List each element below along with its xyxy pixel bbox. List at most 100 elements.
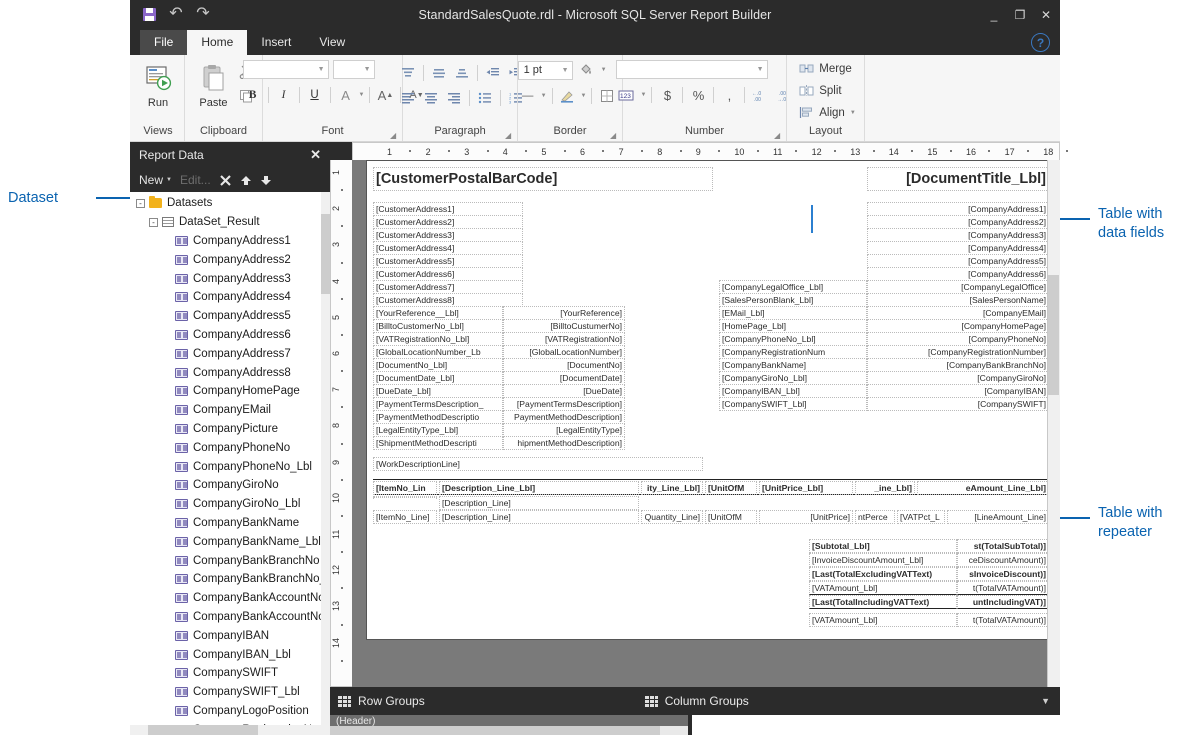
border-dialog-launcher[interactable]: ◢ bbox=[610, 131, 618, 139]
tree-item[interactable]: CompanySWIFT bbox=[130, 664, 330, 683]
table-header-cell[interactable]: ity_Line_Lbl] bbox=[641, 481, 703, 495]
tree-item[interactable]: CompanyBankBranchNo bbox=[130, 551, 330, 570]
table-data-cell[interactable]: [UnitPrice] bbox=[759, 510, 853, 524]
tree-vertical-scrollbar[interactable] bbox=[321, 192, 330, 725]
totals-label-cell[interactable]: [VATAmount_Lbl] bbox=[809, 613, 957, 627]
tree-item[interactable]: CompanyAddress8 bbox=[130, 363, 330, 382]
increase-decimal-button[interactable]: ←.0 .00 bbox=[750, 85, 772, 105]
underline-button[interactable]: U bbox=[305, 85, 325, 105]
font-size-combo[interactable]: ▼ bbox=[333, 60, 375, 79]
report-page[interactable]: [CustomerPostalBarCode] [DocumentTitle_Lb… bbox=[366, 160, 1056, 640]
report-field-cell[interactable]: hipmentMethodDescription] bbox=[503, 436, 625, 450]
tree-hscroll-thumb[interactable] bbox=[148, 725, 258, 735]
canvas-vertical-scrollbar[interactable] bbox=[1047, 160, 1060, 687]
design-canvas[interactable]: [CustomerPostalBarCode] [DocumentTitle_Lb… bbox=[352, 160, 1060, 687]
tree-item[interactable]: CompanyAddress2 bbox=[130, 250, 330, 269]
tree-item[interactable]: CompanyIBAN_Lbl bbox=[130, 645, 330, 664]
tab-file[interactable]: File bbox=[140, 30, 187, 55]
chevron-down-icon[interactable]: ▼ bbox=[359, 92, 365, 98]
report-field-cell[interactable]: [CompanySWIFT_Lbl] bbox=[719, 397, 867, 411]
table-data-cell[interactable]: [ItemNo_Line] bbox=[373, 510, 437, 524]
totals-value-cell[interactable]: st(TotalSubTotal)] bbox=[957, 539, 1049, 553]
row-groups-pane[interactable]: (Header) bbox=[330, 715, 688, 735]
bullet-list-button[interactable] bbox=[475, 88, 495, 108]
column-groups-header[interactable]: Column Groups bbox=[645, 694, 749, 708]
table-header-cell[interactable]: _ine_Lbl] bbox=[855, 481, 915, 495]
tree-item[interactable]: CompanyBankAccountNo bbox=[130, 589, 330, 608]
tree-item[interactable]: CompanyAddress3 bbox=[130, 269, 330, 288]
report-field-cell[interactable]: [ShipmentMethodDescripti bbox=[373, 436, 503, 450]
canvas-scroll-thumb[interactable] bbox=[1048, 275, 1059, 395]
border-width-combo[interactable]: 1 pt ▼ bbox=[518, 61, 573, 80]
chevron-down-icon[interactable]: ▼ bbox=[541, 93, 547, 99]
row-groups-scroll-thumb[interactable] bbox=[330, 726, 660, 735]
tree-item[interactable]: CompanyEMail bbox=[130, 401, 330, 420]
table-data-cell[interactable]: [Description_Line] bbox=[439, 496, 639, 510]
totals-value-cell[interactable]: t(TotalVATAmount)] bbox=[957, 613, 1049, 627]
split-button[interactable]: Split bbox=[799, 80, 841, 101]
table-data-cell[interactable] bbox=[373, 496, 437, 498]
report-field-cell[interactable]: [WorkDescriptionLine] bbox=[373, 457, 703, 471]
font-dialog-launcher[interactable]: ◢ bbox=[390, 131, 398, 139]
tree-item[interactable]: -DataSet_Result bbox=[130, 213, 330, 232]
report-data-tree[interactable]: -Datasets-DataSet_ResultCompanyAddress1C… bbox=[130, 192, 330, 725]
table-data-cell[interactable]: Quantity_Line] bbox=[641, 510, 703, 524]
align-center-button[interactable] bbox=[421, 88, 441, 108]
tree-item[interactable]: CompanyAddress7 bbox=[130, 344, 330, 363]
tree-item[interactable]: CompanyPicture bbox=[130, 420, 330, 439]
close-button[interactable]: ✕ bbox=[1040, 9, 1052, 21]
tab-home[interactable]: Home bbox=[187, 30, 247, 55]
row-groups-header[interactable]: Row Groups bbox=[338, 694, 425, 708]
table-data-cell[interactable]: ntPerce bbox=[855, 510, 895, 524]
totals-label-cell[interactable]: [VATAmount_Lbl] bbox=[809, 581, 957, 595]
grow-font-button[interactable]: A▲ bbox=[375, 85, 395, 105]
totals-label-cell[interactable]: [Last(TotalIncludingVATText) bbox=[809, 595, 957, 609]
font-family-combo[interactable]: ▼ bbox=[243, 60, 329, 79]
tree-item[interactable]: CompanyLogoPosition bbox=[130, 702, 330, 721]
tree-item[interactable]: -Datasets bbox=[130, 194, 330, 213]
tab-insert[interactable]: Insert bbox=[247, 30, 305, 55]
italic-button[interactable]: I bbox=[274, 85, 294, 105]
tree-expander[interactable]: - bbox=[136, 199, 145, 208]
tree-item[interactable]: CompanyIBAN bbox=[130, 626, 330, 645]
paragraph-dialog-launcher[interactable]: ◢ bbox=[505, 131, 513, 139]
totals-value-cell[interactable]: untIncludingVAT)] bbox=[957, 595, 1049, 609]
move-down-button[interactable] bbox=[260, 174, 272, 187]
totals-value-cell[interactable]: t(TotalVATAmount)] bbox=[957, 581, 1049, 595]
tree-item[interactable]: CompanyBankAccountNo_Lbl bbox=[130, 608, 330, 627]
chevron-down-icon[interactable]: ▼ bbox=[1041, 696, 1050, 706]
currency-button[interactable]: $ bbox=[657, 85, 677, 105]
align-top-button[interactable] bbox=[398, 63, 418, 83]
table-data-cell[interactable]: [LineAmount_Line] bbox=[947, 510, 1049, 524]
move-up-button[interactable] bbox=[240, 174, 252, 187]
chevron-down-icon[interactable]: ▼ bbox=[581, 93, 587, 99]
column-groups-pane[interactable] bbox=[692, 715, 1060, 735]
tree-item[interactable]: CompanyAddress4 bbox=[130, 288, 330, 307]
paste-button[interactable]: Paste bbox=[192, 60, 236, 109]
report-field-cell[interactable]: [DocumentTitle_Lbl] bbox=[867, 167, 1049, 191]
help-button[interactable]: ? bbox=[1031, 33, 1050, 52]
row-groups-scrollbar[interactable] bbox=[330, 726, 688, 735]
comma-button[interactable]: , bbox=[719, 85, 739, 105]
decrease-indent-button[interactable] bbox=[483, 63, 503, 83]
tree-item[interactable]: CompanyGiroNo_Lbl bbox=[130, 495, 330, 514]
percent-button[interactable]: % bbox=[688, 85, 708, 105]
report-field-cell[interactable]: [CustomerPostalBarCode] bbox=[373, 167, 713, 191]
table-data-cell[interactable]: [VATPct_L bbox=[897, 510, 945, 524]
font-color-button[interactable]: A bbox=[336, 85, 356, 105]
close-icon[interactable]: ✕ bbox=[310, 147, 321, 163]
table-header-cell[interactable]: [UnitPrice_Lbl] bbox=[759, 481, 853, 495]
totals-label-cell[interactable]: [Last(TotalExcludingVATText) bbox=[809, 567, 957, 581]
table-data-cell[interactable]: [UnitOfM bbox=[705, 510, 757, 524]
restore-button[interactable]: ❐ bbox=[1014, 9, 1026, 21]
chevron-down-icon[interactable]: ▼ bbox=[850, 110, 856, 116]
table-header-cell[interactable]: [Description_Line_Lbl] bbox=[439, 481, 639, 495]
totals-label-cell[interactable]: [Subtotal_Lbl] bbox=[809, 539, 957, 553]
tree-item[interactable]: CompanyGiroNo bbox=[130, 476, 330, 495]
chevron-down-icon[interactable]: ▼ bbox=[601, 67, 607, 73]
bold-button[interactable]: B bbox=[243, 85, 263, 105]
tree-item[interactable]: CompanyBankName_Lbl bbox=[130, 532, 330, 551]
totals-value-cell[interactable]: sInvoiceDiscount)] bbox=[957, 567, 1049, 581]
new-button[interactable]: New ▼ bbox=[139, 173, 172, 187]
number-dialog-launcher[interactable]: ◢ bbox=[774, 131, 782, 139]
